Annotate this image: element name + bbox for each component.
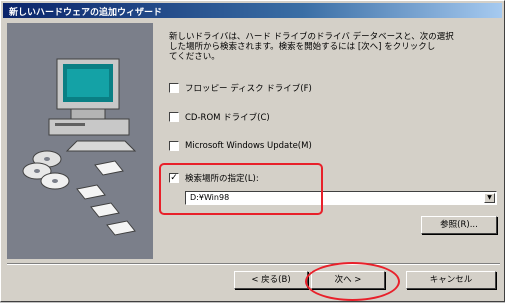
- windows-update-label: Microsoft Windows Update(M): [185, 141, 312, 151]
- option-floppy[interactable]: フロッピー ディスク ドライブ(F): [169, 81, 312, 95]
- option-windows-update[interactable]: Microsoft Windows Update(M): [169, 139, 312, 153]
- back-button[interactable]: < 戻る(B): [234, 271, 308, 289]
- windows-update-checkbox[interactable]: [169, 141, 179, 151]
- cancel-button[interactable]: キャンセル: [406, 271, 496, 289]
- wizard-content: 新しいドライバは、ハード ドライブのドライバ データベースと、次の選択 した場所…: [1, 1, 505, 303]
- floppy-label: フロッピー ディスク ドライブ(F): [185, 84, 312, 94]
- cdrom-checkbox[interactable]: [169, 112, 179, 122]
- instruction-text: 新しいドライバは、ハード ドライブのドライバ データベースと、次の選択 した場所…: [169, 32, 454, 62]
- wizard-window: 新しいハードウェアの追加ウィザード 新しいドライバは、ハード ドライブのドライバ…: [0, 0, 505, 302]
- option-cdrom[interactable]: CD-ROM ドライブ(C): [169, 110, 270, 124]
- cdrom-label: CD-ROM ドライブ(C): [185, 113, 270, 123]
- separator-line: [7, 263, 500, 265]
- dropdown-arrow-icon[interactable]: ▼: [484, 193, 495, 203]
- browse-button[interactable]: 参照(R)...: [421, 216, 497, 234]
- annotation-highlight-box: [159, 163, 323, 215]
- annotation-highlight-ellipse: [305, 262, 400, 301]
- floppy-checkbox[interactable]: [169, 83, 179, 93]
